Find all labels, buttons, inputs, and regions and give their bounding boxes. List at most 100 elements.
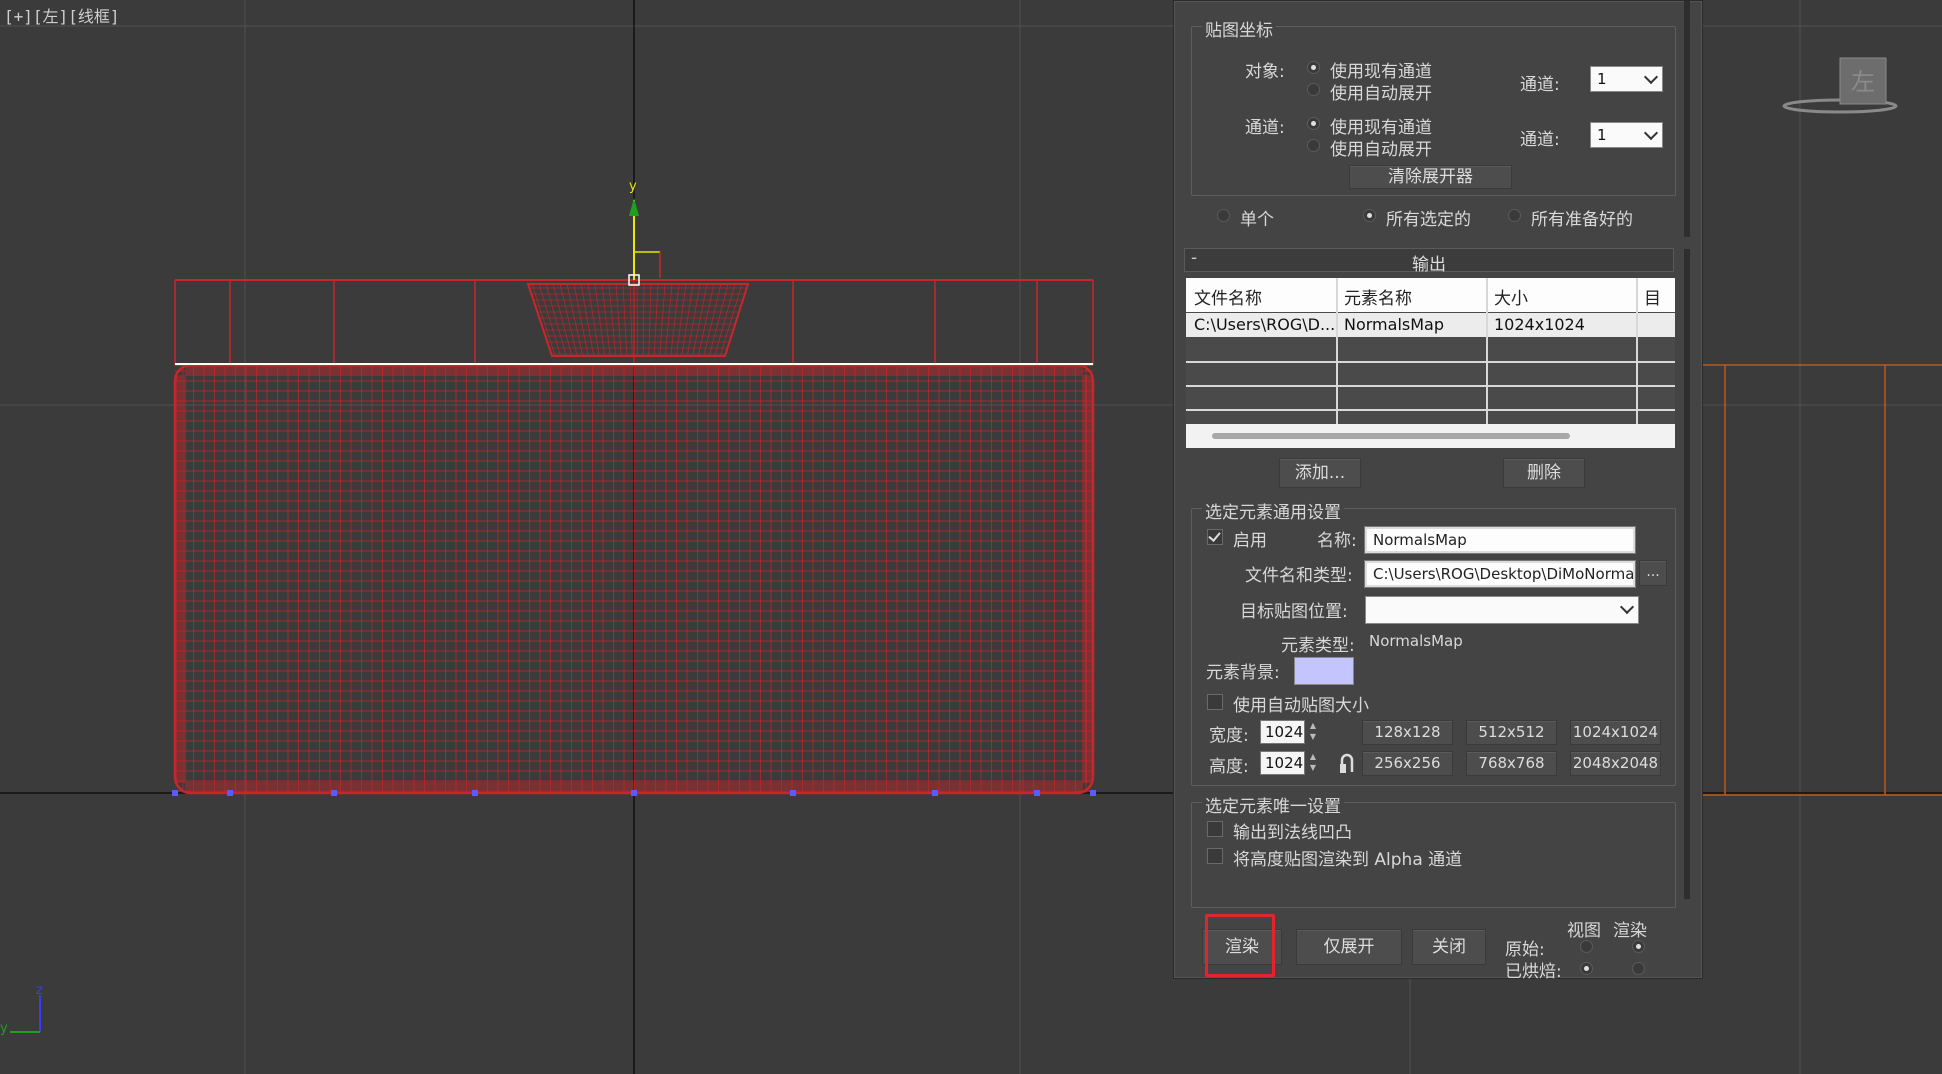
width-spinner-arrows[interactable]: ▲ ▼ xyxy=(1307,720,1319,744)
baked-render-radio[interactable] xyxy=(1632,962,1645,975)
size-512-button[interactable]: 512x512 xyxy=(1466,720,1557,745)
svg-text:y: y xyxy=(0,1021,8,1036)
object-auto-radio[interactable] xyxy=(1307,83,1320,96)
row-line xyxy=(1186,385,1675,387)
alpha-label: 将高度贴图渲染到 Alpha 通道 xyxy=(1233,850,1463,870)
baked-view-radio[interactable] xyxy=(1580,962,1593,975)
all-selected-radio[interactable] xyxy=(1363,209,1376,222)
viewport-menu-plus[interactable]: [+] xyxy=(4,7,33,26)
chevron-down-icon xyxy=(1643,69,1659,85)
viewport-menu-shading[interactable]: [线框] xyxy=(68,7,119,26)
col-file-name[interactable]: 文件名称 xyxy=(1194,284,1262,309)
lock-aspect-icon[interactable] xyxy=(1339,752,1355,774)
height-spinner-arrows[interactable]: ▲ ▼ xyxy=(1307,751,1319,775)
subobj-auto-radio[interactable] xyxy=(1307,139,1320,152)
width-label: 宽度: xyxy=(1209,726,1249,746)
target-map-select[interactable] xyxy=(1365,596,1639,624)
clear-unwrapper-button[interactable]: 清除展开器 xyxy=(1349,165,1512,189)
mapping-group-title: 贴图坐标 xyxy=(1202,16,1276,41)
enable-label: 启用 xyxy=(1233,531,1267,551)
all-selected-label: 所有选定的 xyxy=(1386,210,1471,230)
single-radio[interactable] xyxy=(1217,209,1230,222)
file-name-field[interactable]: C:\Users\ROG\Desktop\DiMoNormalsMap xyxy=(1364,560,1636,588)
render-button-highlight xyxy=(1205,914,1275,977)
move-gizmo: y xyxy=(628,179,720,286)
auto-size-label: 使用自动贴图大小 xyxy=(1233,696,1369,716)
size-2048-button[interactable]: 2048x2048 xyxy=(1570,751,1661,776)
subobj-label: 通道: xyxy=(1245,118,1285,138)
output-table[interactable]: 文件名称 元素名称 大小 目标 C:\Users\ROG\D... Normal… xyxy=(1186,278,1675,448)
output-title: 输出 xyxy=(1412,255,1446,275)
object-channel-select[interactable]: 1 xyxy=(1590,66,1663,92)
unique-group-title: 选定元素唯一设置 xyxy=(1202,792,1344,817)
browse-button[interactable]: ... xyxy=(1639,560,1667,586)
delete-button[interactable]: 删除 xyxy=(1503,458,1585,488)
table-horizontal-scrollbar[interactable] xyxy=(1186,424,1675,448)
object-channel-label: 通道: xyxy=(1520,75,1560,95)
render-column-label: 渲染 xyxy=(1613,921,1647,941)
bump-checkbox[interactable] xyxy=(1207,821,1223,837)
output-table-header: 文件名称 元素名称 大小 目标 xyxy=(1186,278,1675,334)
col-line xyxy=(1636,278,1638,424)
original-view-radio[interactable] xyxy=(1580,940,1593,953)
subobj-channel-select[interactable]: 1 xyxy=(1590,122,1663,148)
view-column-label: 视图 xyxy=(1567,921,1601,941)
col-element-name[interactable]: 元素名称 xyxy=(1344,284,1412,309)
size-768-button[interactable]: 768x768 xyxy=(1466,751,1557,776)
render-to-texture-dialog: 贴图坐标 对象: 使用现有通道 使用自动展开 通道: 1 通道: 使用现有通道 … xyxy=(1173,0,1703,982)
file-type-label: 文件名和类型: xyxy=(1245,566,1353,586)
svg-text:y: y xyxy=(629,179,637,194)
scrollbar-thumb[interactable] xyxy=(1212,433,1570,439)
viewcube: 左 xyxy=(1782,57,1898,114)
name-field[interactable]: NormalsMap xyxy=(1364,526,1636,554)
target-map-label: 目标贴图位置: xyxy=(1240,602,1348,622)
axis-tripod: z y xyxy=(0,983,43,1036)
height-label: 高度: xyxy=(1209,757,1249,777)
cell-size: 1024x1024 xyxy=(1494,315,1585,334)
common-group-title: 选定元素通用设置 xyxy=(1202,498,1344,523)
col-size[interactable]: 大小 xyxy=(1494,284,1528,309)
size-128-button[interactable]: 128x128 xyxy=(1362,720,1453,745)
subobj-channel-label: 通道: xyxy=(1520,130,1560,150)
row-line xyxy=(1186,361,1675,363)
background-label: 元素背景: xyxy=(1206,663,1280,683)
enable-checkbox[interactable] xyxy=(1207,529,1223,545)
unwrap-only-button[interactable]: 仅展开 xyxy=(1296,929,1402,965)
object-label: 对象: xyxy=(1245,62,1285,82)
bump-label: 输出到法线凹凸 xyxy=(1233,823,1352,843)
background-color-swatch[interactable] xyxy=(1294,657,1354,685)
name-label: 名称: xyxy=(1317,531,1357,551)
width-spinner[interactable]: 1024 xyxy=(1260,720,1305,744)
alpha-checkbox[interactable] xyxy=(1207,848,1223,864)
viewport-label[interactable]: [+][左][线框] xyxy=(4,3,119,27)
chevron-down-icon xyxy=(1619,599,1635,615)
baked-label: 已烘焙: xyxy=(1505,962,1562,982)
col-line xyxy=(1486,278,1488,424)
cell-element: NormalsMap xyxy=(1344,315,1444,334)
dialog-scrollbar[interactable] xyxy=(1684,249,1690,899)
object-auto-label: 使用自动展开 xyxy=(1330,84,1432,104)
svg-text:z: z xyxy=(36,983,43,998)
object-existing-radio[interactable] xyxy=(1307,61,1320,74)
height-spinner[interactable]: 1024 xyxy=(1260,751,1305,775)
all-prepared-label: 所有准备好的 xyxy=(1531,210,1633,230)
subobj-auto-label: 使用自动展开 xyxy=(1330,140,1432,160)
all-prepared-radio[interactable] xyxy=(1508,209,1521,222)
table-row[interactable]: C:\Users\ROG\D... NormalsMap 1024x1024 xyxy=(1186,313,1675,337)
size-256-button[interactable]: 256x256 xyxy=(1362,751,1453,776)
chevron-down-icon xyxy=(1643,125,1659,141)
viewport-menu-view[interactable]: [左] xyxy=(33,7,68,26)
dialog-scrollbar-top[interactable] xyxy=(1684,1,1690,237)
close-button[interactable]: 关闭 xyxy=(1412,929,1486,965)
original-render-radio[interactable] xyxy=(1632,940,1645,953)
element-type-label: 元素类型: xyxy=(1281,636,1355,656)
single-label: 单个 xyxy=(1240,210,1274,230)
cell-file: C:\Users\ROG\D... xyxy=(1194,315,1336,334)
add-button[interactable]: 添加... xyxy=(1279,458,1361,488)
output-rollout-header[interactable]: - 输出 xyxy=(1184,248,1674,275)
col-line xyxy=(1336,278,1338,424)
row-line xyxy=(1186,409,1675,411)
size-1024-button[interactable]: 1024x1024 xyxy=(1570,720,1661,745)
subobj-existing-radio[interactable] xyxy=(1307,117,1320,130)
auto-size-checkbox[interactable] xyxy=(1207,694,1223,710)
